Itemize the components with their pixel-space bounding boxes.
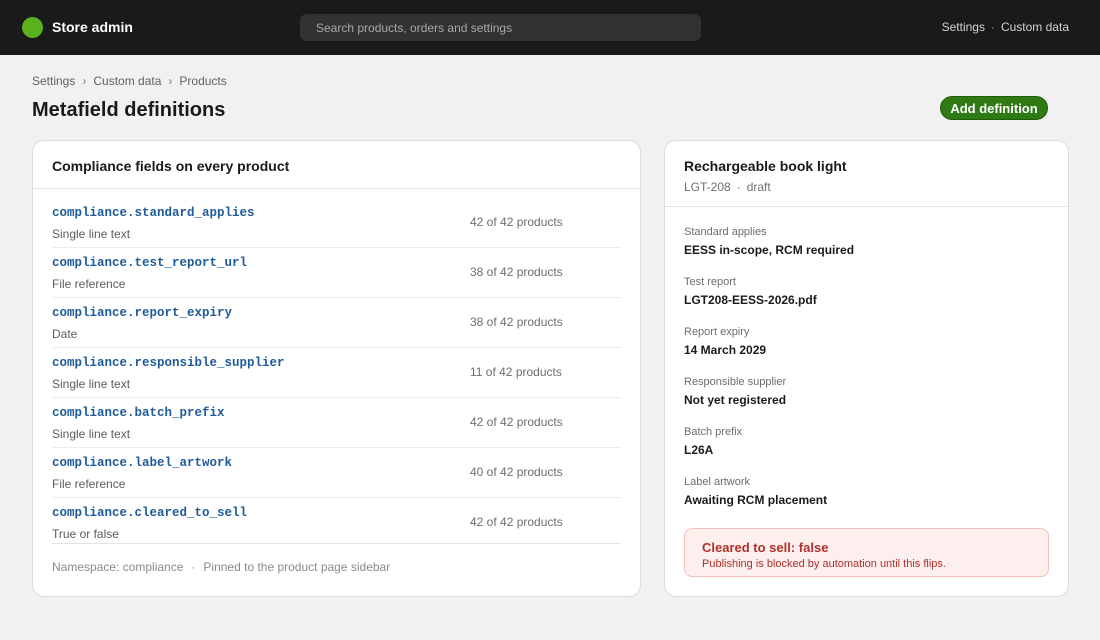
detail-value: Not yet registered	[684, 393, 787, 407]
field-key[interactable]: compliance.batch_prefix	[52, 406, 225, 420]
card-header: Compliance fields on every product	[33, 141, 640, 189]
field-product-count: 42 of 42 products	[470, 415, 563, 429]
field-product-count: 38 of 42 products	[470, 315, 563, 329]
field-type: Single line text	[52, 227, 131, 241]
field-row[interactable]: compliance.standard_applies Single line …	[52, 198, 621, 248]
field-key[interactable]: compliance.standard_applies	[52, 206, 255, 220]
compliance-fields-card: Compliance fields on every product compl…	[32, 140, 641, 597]
add-definition-button[interactable]: Add definition	[940, 96, 1048, 120]
card-header: Rechargeable book light LGT-208 · draft	[665, 141, 1068, 207]
product-preview-card: Rechargeable book light LGT-208 · draft St…	[664, 140, 1069, 597]
detail-label: Standard applies	[684, 226, 767, 238]
pinned-note: Pinned to the product page sidebar	[203, 560, 391, 574]
detail-value: 14 March 2029	[684, 343, 767, 357]
footer-separator: ·	[191, 560, 196, 574]
top-nav-custom-data[interactable]: Custom data	[1001, 20, 1069, 34]
top-nav: Settings · Custom data	[942, 20, 1069, 34]
field-row[interactable]: compliance.label_artwork File reference …	[52, 448, 621, 498]
field-type: File reference	[52, 477, 126, 491]
breadcrumb: Settings › Custom data › Products	[32, 74, 227, 88]
store-logo-icon[interactable]	[22, 17, 43, 38]
breadcrumb-custom-data[interactable]: Custom data	[93, 74, 161, 88]
field-row[interactable]: compliance.test_report_url File referenc…	[52, 248, 621, 298]
product-meta: LGT-208 · draft	[684, 180, 1068, 194]
field-product-count: 38 of 42 products	[470, 265, 563, 279]
detail-label: Label artwork	[684, 476, 751, 488]
field-key[interactable]: compliance.label_artwork	[52, 456, 232, 470]
detail-value: EESS in-scope, RCM required	[684, 243, 855, 257]
field-list: compliance.standard_applies Single line …	[52, 198, 621, 544]
field-key[interactable]: compliance.responsible_supplier	[52, 356, 285, 370]
breadcrumb-settings[interactable]: Settings	[32, 74, 75, 88]
field-key[interactable]: compliance.cleared_to_sell	[52, 506, 247, 520]
alert-title: Cleared to sell: false	[702, 540, 829, 555]
detail-label: Responsible supplier	[684, 376, 787, 388]
field-row[interactable]: compliance.report_expiry Date 38 of 42 p…	[52, 298, 621, 348]
detail-item: Label artwork Awaiting RCM placement	[684, 476, 1049, 526]
namespace-label: Namespace: compliance	[52, 560, 184, 574]
card-heading: Compliance fields on every product	[52, 158, 290, 174]
field-type: Date	[52, 327, 78, 341]
page-title: Metafield definitions	[32, 99, 226, 121]
field-key[interactable]: compliance.test_report_url	[52, 256, 247, 270]
detail-item: Responsible supplier Not yet registered	[684, 376, 1049, 426]
meta-separator: ·	[736, 180, 741, 194]
top-nav-settings[interactable]: Settings	[942, 20, 985, 34]
alert-text: Publishing is blocked by automation unti…	[702, 558, 946, 570]
field-key[interactable]: compliance.report_expiry	[52, 306, 232, 320]
field-type: True or false	[52, 527, 119, 541]
detail-value: LGT208-EESS-2026.pdf	[684, 293, 817, 307]
detail-item: Standard applies EESS in-scope, RCM requ…	[684, 226, 1049, 276]
detail-label: Batch prefix	[684, 426, 743, 438]
field-type: File reference	[52, 277, 126, 291]
detail-label: Report expiry	[684, 326, 750, 338]
cleared-to-sell-alert: Cleared to sell: false Publishing is blo…	[684, 528, 1049, 577]
detail-value: L26A	[684, 443, 714, 457]
field-row[interactable]: compliance.batch_prefix Single line text…	[52, 398, 621, 448]
product-sku: LGT-208	[684, 180, 731, 194]
field-type: Single line text	[52, 427, 131, 441]
product-status: draft	[746, 180, 771, 194]
detail-item: Test report LGT208-EESS-2026.pdf	[684, 276, 1049, 326]
product-name[interactable]: Rechargeable book light	[684, 158, 1068, 174]
field-type: Single line text	[52, 377, 131, 391]
breadcrumb-products[interactable]: Products	[179, 74, 226, 88]
field-product-count: 40 of 42 products	[470, 465, 563, 479]
field-product-count: 42 of 42 products	[470, 515, 563, 529]
detail-item: Report expiry 14 March 2029	[684, 326, 1049, 376]
breadcrumb-separator: ›	[168, 74, 173, 88]
card-footer: Namespace: compliance · Pinned to the prod…	[52, 560, 390, 574]
field-product-count: 42 of 42 products	[470, 215, 563, 229]
metafield-values: Standard applies EESS in-scope, RCM requ…	[684, 226, 1049, 526]
search-bar[interactable]	[300, 14, 701, 41]
top-bar: Store admin Settings · Custom data	[0, 0, 1100, 55]
search-input[interactable]	[300, 14, 701, 41]
detail-value: Awaiting RCM placement	[684, 493, 828, 507]
detail-item: Batch prefix L26A	[684, 426, 1049, 476]
detail-label: Test report	[684, 276, 736, 288]
top-nav-separator: ·	[990, 20, 995, 34]
field-row[interactable]: compliance.cleared_to_sell True or false…	[52, 498, 621, 544]
app-title[interactable]: Store admin	[52, 19, 133, 35]
field-product-count: 11 of 42 products	[470, 365, 562, 379]
field-row[interactable]: compliance.responsible_supplier Single l…	[52, 348, 621, 398]
breadcrumb-separator: ›	[82, 74, 87, 88]
